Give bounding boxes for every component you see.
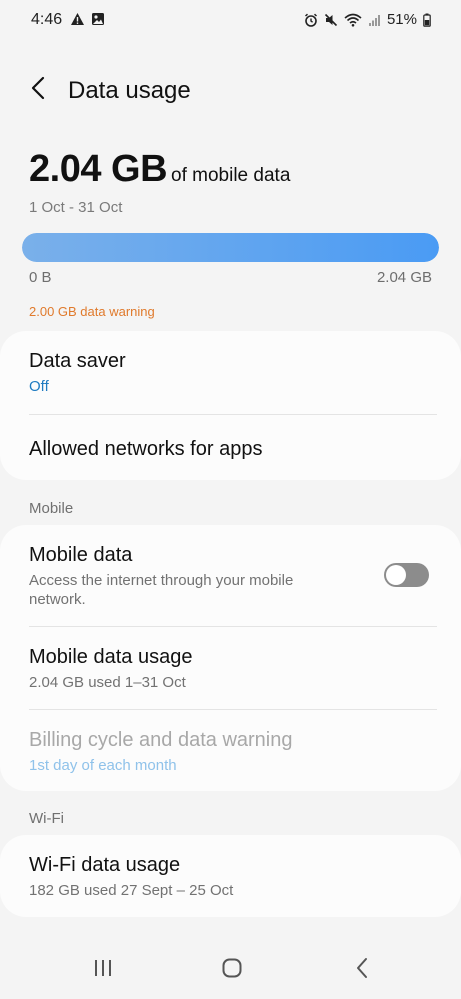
mobile-data-usage-title: Mobile data usage — [29, 646, 193, 668]
usage-suffix: of mobile data — [171, 165, 291, 186]
usage-amount: 2.04 GB — [29, 148, 168, 190]
home-button[interactable] — [210, 956, 254, 984]
section-label-mobile: Mobile — [29, 500, 74, 517]
wifi-data-usage-title: Wi-Fi data usage — [29, 854, 181, 876]
allowed-networks-row[interactable]: Allowed networks for apps — [0, 415, 461, 480]
usage-bar-max: 2.04 GB — [376, 269, 432, 286]
recents-button[interactable] — [81, 956, 125, 984]
home-icon — [221, 957, 243, 984]
back-button[interactable] — [22, 74, 54, 106]
back-icon — [355, 957, 369, 984]
mobile-data-description: Access the internet through your mobile … — [29, 572, 294, 608]
section-label-wifi: Wi-Fi — [29, 810, 64, 827]
alarm-icon — [304, 13, 318, 27]
recents-icon — [92, 958, 114, 983]
page-title: Data usage — [68, 77, 191, 104]
allowed-networks-title: Allowed networks for apps — [29, 438, 263, 460]
battery-icon — [423, 13, 431, 27]
wifi-data-usage-subtitle: 182 GB used 27 Sept – 25 Oct — [29, 882, 234, 899]
status-left-icons — [70, 12, 105, 26]
mobile-card: Mobile data Access the internet through … — [0, 525, 461, 791]
data-saver-card: Data saver Off Allowed networks for apps — [0, 331, 461, 480]
data-saver-title: Data saver — [29, 350, 126, 372]
nav-back-button[interactable] — [340, 956, 384, 984]
mobile-data-row[interactable]: Mobile data Access the internet through … — [0, 525, 461, 626]
usage-period: 1 Oct - 31 Oct — [29, 199, 123, 216]
warning-icon — [70, 12, 85, 26]
signal-icon — [368, 13, 381, 27]
back-arrow-icon — [31, 76, 45, 105]
usage-progress-fill — [22, 233, 439, 262]
billing-cycle-subtitle: 1st day of each month — [29, 757, 177, 774]
wifi-card: Wi-Fi data usage 182 GB used 27 Sept – 2… — [0, 835, 461, 917]
status-time: 4:46 — [31, 11, 63, 28]
data-saver-row[interactable]: Data saver Off — [0, 331, 461, 414]
usage-progress-bar — [22, 233, 439, 262]
wifi-data-usage-row[interactable]: Wi-Fi data usage 182 GB used 27 Sept – 2… — [0, 835, 461, 917]
mobile-data-usage-subtitle: 2.04 GB used 1–31 Oct — [29, 674, 186, 691]
wifi-icon — [344, 13, 362, 27]
mobile-data-toggle[interactable] — [384, 563, 429, 587]
navigation-bar — [0, 942, 461, 999]
mobile-data-usage-row[interactable]: Mobile data usage 2.04 GB used 1–31 Oct — [0, 627, 461, 709]
billing-cycle-title: Billing cycle and data warning — [29, 729, 293, 751]
status-bar: 4:46 51% — [0, 0, 461, 40]
usage-summary: 2.04 GB of mobile data — [29, 148, 439, 191]
data-warning-label: 2.00 GB data warning — [29, 304, 155, 319]
data-saver-status: Off — [29, 378, 49, 395]
mute-icon — [324, 13, 338, 27]
usage-bar-min: 0 B — [29, 269, 52, 286]
toggle-knob — [386, 565, 406, 585]
mobile-data-title: Mobile data — [29, 544, 133, 566]
image-icon — [91, 12, 105, 26]
billing-cycle-row[interactable]: Billing cycle and data warning 1st day o… — [0, 710, 461, 792]
battery-percent: 51% — [386, 11, 417, 28]
header: Data usage — [0, 70, 461, 112]
status-right-icons: 51% — [304, 11, 431, 28]
